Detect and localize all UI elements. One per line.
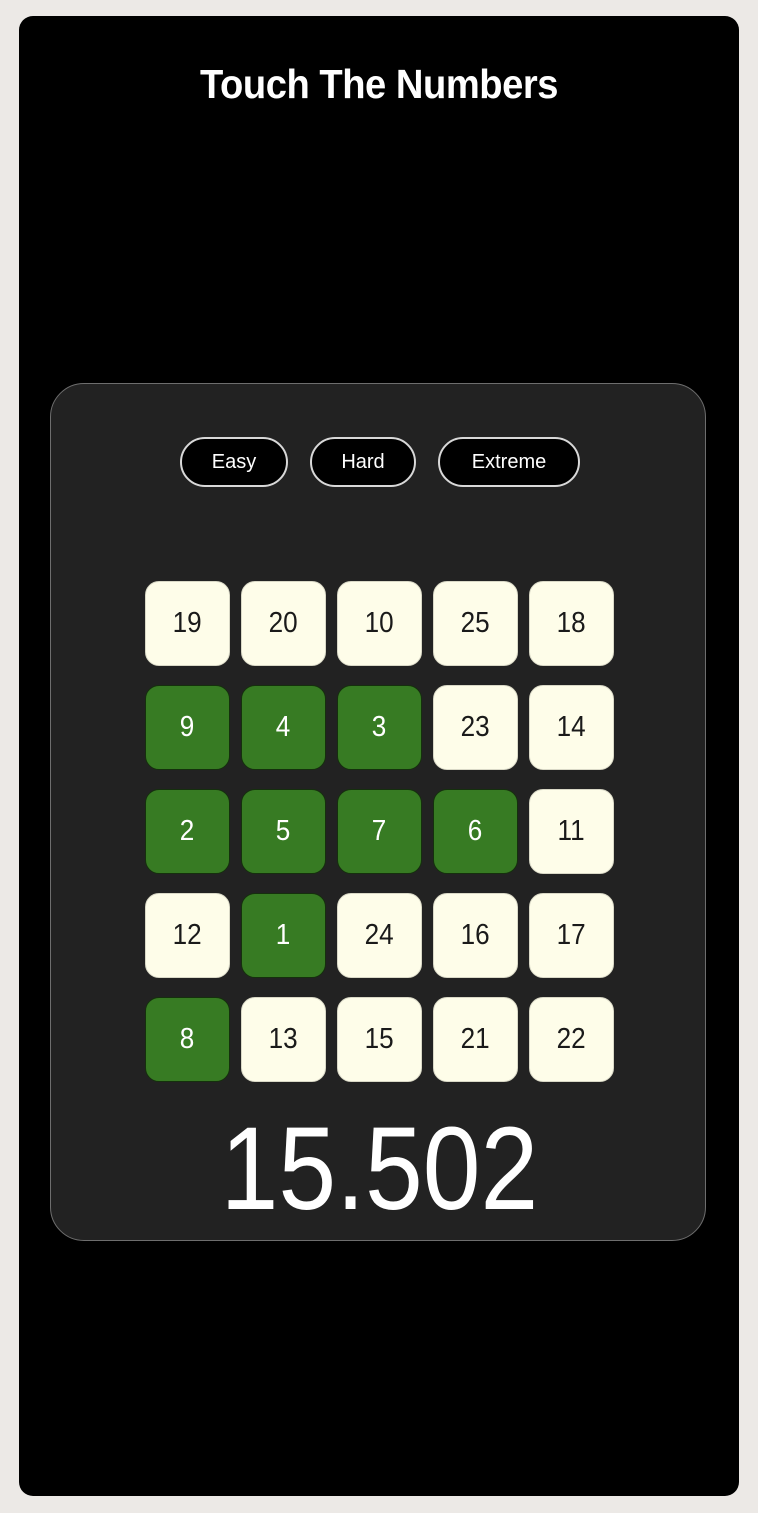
number-tile[interactable]: 4 [241, 685, 326, 770]
tile-number: 12 [172, 919, 203, 951]
tile-number: 13 [268, 1023, 299, 1055]
number-tile[interactable]: 20 [241, 581, 326, 666]
number-tile[interactable]: 22 [529, 997, 614, 1082]
tile-number: 19 [172, 607, 203, 639]
tile-number: 6 [468, 815, 483, 847]
number-grid: 19 20 10 25 18 9 4 3 23 14 2 5 7 6 11 12 1 24 16 17 8 13 15 21 2… [145, 581, 614, 1082]
tile-number: 8 [180, 1023, 195, 1055]
number-tile[interactable]: 2 [145, 789, 230, 874]
number-tile[interactable]: 14 [529, 685, 614, 770]
number-tile[interactable]: 3 [337, 685, 422, 770]
tile-number: 1 [276, 919, 291, 951]
tile-number: 15 [364, 1023, 395, 1055]
number-tile[interactable]: 6 [433, 789, 518, 874]
number-tile[interactable]: 8 [145, 997, 230, 1082]
tile-number: 25 [460, 607, 491, 639]
elapsed-timer: 15.502 [51, 1103, 707, 1235]
page-title: Touch The Numbers [200, 61, 558, 107]
number-tile[interactable]: 9 [145, 685, 230, 770]
number-tile[interactable]: 13 [241, 997, 326, 1082]
number-tile[interactable]: 11 [529, 789, 614, 874]
tile-number: 11 [557, 815, 586, 847]
extreme-mode-button[interactable]: Extreme [438, 437, 580, 487]
tile-number: 7 [372, 815, 387, 847]
number-tile[interactable]: 17 [529, 893, 614, 978]
tile-number: 14 [556, 711, 587, 743]
tile-number: 17 [556, 919, 587, 951]
number-tile[interactable]: 25 [433, 581, 518, 666]
number-tile[interactable]: 21 [433, 997, 518, 1082]
number-tile[interactable]: 5 [241, 789, 326, 874]
easy-mode-button[interactable]: Easy [180, 437, 288, 487]
tile-number: 20 [268, 607, 299, 639]
game-panel: Easy Hard Extreme 19 20 10 25 18 9 4 3 23 14 2 5 7 6 1… [50, 383, 706, 1241]
number-tile[interactable]: 7 [337, 789, 422, 874]
tile-number: 5 [276, 815, 291, 847]
number-tile[interactable]: 18 [529, 581, 614, 666]
number-tile[interactable]: 1 [241, 893, 326, 978]
number-tile[interactable]: 19 [145, 581, 230, 666]
tile-number: 21 [460, 1023, 491, 1055]
tile-number: 2 [180, 815, 195, 847]
tile-number: 4 [276, 711, 291, 743]
tile-number: 3 [372, 711, 387, 743]
tile-number: 9 [180, 711, 195, 743]
game-screen: Touch The Numbers Easy Hard Extreme 19 20… [19, 16, 739, 1496]
tile-number: 16 [460, 919, 491, 951]
number-tile[interactable]: 24 [337, 893, 422, 978]
device-frame: Touch The Numbers Easy Hard Extreme 19 20… [0, 0, 758, 1513]
number-tile[interactable]: 23 [433, 685, 518, 770]
timer-value: 15.502 [220, 1103, 538, 1235]
tile-number: 18 [556, 607, 587, 639]
number-tile[interactable]: 10 [337, 581, 422, 666]
number-tile[interactable]: 12 [145, 893, 230, 978]
tile-number: 10 [364, 607, 395, 639]
hard-mode-button[interactable]: Hard [310, 437, 416, 487]
tile-number: 23 [460, 711, 491, 743]
tile-number: 24 [364, 919, 395, 951]
number-tile[interactable]: 15 [337, 997, 422, 1082]
tile-number: 22 [556, 1023, 587, 1055]
number-tile[interactable]: 16 [433, 893, 518, 978]
